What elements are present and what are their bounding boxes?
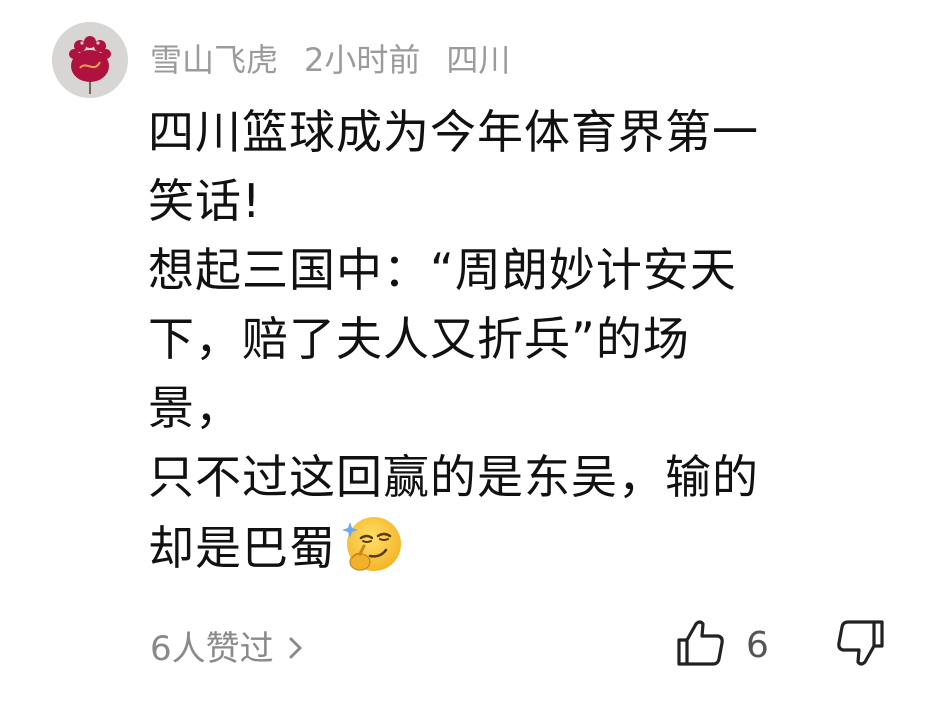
red-flower-avatar-icon [52,22,128,98]
comment-line: 下，赔了夫人又折兵”的场 [148,312,690,366]
comment-meta: 雪山飞虎 2小时前 四川 [150,36,510,80]
comment-line: 想起三国中：“周朗妙计安天 [148,243,737,297]
author-name[interactable]: 雪山飞虎 [150,35,278,81]
likers-summary: 6人赞过 [150,628,274,669]
comment-text: 四川篮球成为今年体育界第一 笑话! 想起三国中：“周朗妙计安天 下，赔了夫人又折… [148,98,888,583]
chevron-right-icon [284,631,308,659]
comment-location: 四川 [446,41,511,79]
like-button[interactable]: 6 [674,616,769,674]
comment-line: 景， [148,381,242,435]
comment-line: 笑话! [148,174,262,228]
thumbs-up-icon [674,616,728,674]
like-count: 6 [746,624,769,666]
likers-link[interactable]: 6人赞过 [150,620,308,670]
comment-line-last: 却是巴蜀 [148,512,888,583]
comment-actions: 6 [674,616,887,674]
dislike-button[interactable] [833,616,887,674]
comment-time: 2小时前 [304,41,421,79]
avatar[interactable] [52,22,128,98]
comment-line: 四川篮球成为今年体育界第一 [148,105,759,159]
comment-card: 雪山飞虎 2小时前 四川 四川篮球成为今年体育界第一 笑话! 想起三国中：“周朗… [0,0,945,702]
smirk-thinking-emoji-icon [340,512,404,576]
comment-line: 只不过这回赢的是东吴，输的 [148,450,759,504]
thumbs-down-icon [833,616,887,674]
comment-line: 却是巴蜀 [148,521,336,575]
